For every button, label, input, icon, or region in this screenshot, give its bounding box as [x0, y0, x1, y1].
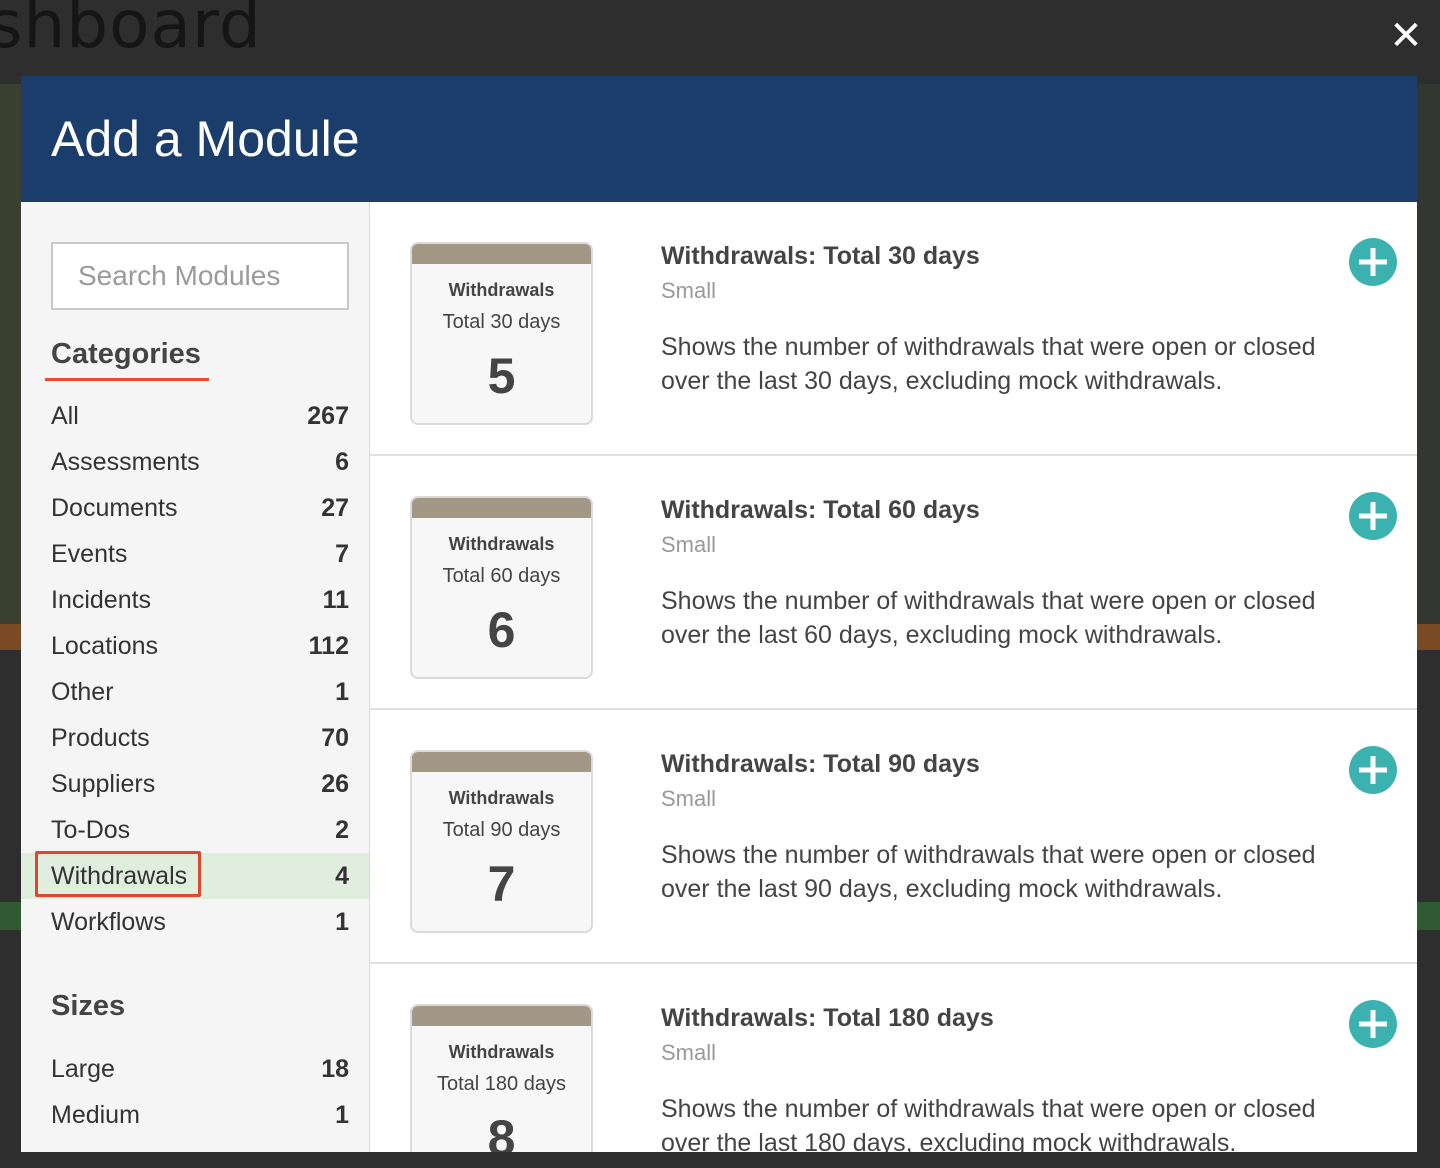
preview-header-bar [412, 1006, 591, 1026]
preview-value: 5 [487, 348, 516, 404]
add-module-button[interactable] [1349, 1000, 1397, 1048]
preview-category: Withdrawals [448, 788, 555, 808]
category-label: Incidents [51, 585, 152, 614]
category-label: All [51, 401, 79, 430]
preview-header-bar [412, 752, 591, 772]
module-description: Shows the number of withdrawals that wer… [661, 587, 1316, 649]
category-item-all[interactable]: All 267 [21, 393, 369, 439]
size-item-large[interactable]: Large 18 [21, 1046, 369, 1092]
category-label: Products [51, 723, 150, 752]
category-item-events[interactable]: Events 7 [21, 531, 369, 577]
add-module-button[interactable] [1349, 238, 1397, 286]
preview-value: 6 [487, 602, 516, 658]
module-preview: Withdrawals Total 180 days 8 [410, 1004, 593, 1152]
category-item-locations[interactable]: Locations 112 [21, 623, 369, 669]
size-label: Medium [51, 1100, 140, 1129]
filter-sidebar: Categories All 267 Assessments 6 Documen… [21, 202, 370, 1152]
categories-heading-underline [45, 378, 209, 381]
category-count: 2 [335, 815, 349, 844]
background-right-green-bar [1417, 902, 1440, 930]
size-count: 18 [321, 1054, 349, 1083]
background-image-strip [0, 84, 21, 624]
modal-title: Add a Module [51, 111, 360, 167]
module-preview: Withdrawals Total 30 days 5 [410, 242, 593, 425]
module-card: Withdrawals Total 90 days 7 Withdrawals:… [370, 710, 1417, 964]
category-label: Locations [51, 631, 159, 660]
selected-category-highlight [35, 851, 201, 897]
background-right-orange-bar [1417, 624, 1440, 650]
category-count: 11 [322, 585, 349, 614]
category-count: 26 [321, 769, 349, 798]
category-count: 4 [335, 861, 349, 890]
module-title: Withdrawals: Total 180 days [661, 1004, 994, 1032]
background-green-bar [0, 902, 21, 930]
category-item-products[interactable]: Products 70 [21, 715, 369, 761]
preview-subtitle: Total 90 days [442, 819, 561, 841]
category-count: 1 [335, 907, 349, 936]
preview-header-bar [412, 498, 591, 518]
preview-subtitle: Total 180 days [437, 1073, 566, 1095]
background-orange-bar [0, 624, 21, 650]
modal-header: Add a Module [21, 76, 1417, 202]
add-module-button[interactable] [1349, 746, 1397, 794]
search-modules-input[interactable] [51, 242, 349, 310]
background-page-title: shboard [0, 0, 262, 63]
close-icon[interactable]: ✕ [1386, 16, 1426, 56]
category-item-suppliers[interactable]: Suppliers 26 [21, 761, 369, 807]
category-item-workflows[interactable]: Workflows 1 [21, 899, 369, 945]
module-preview: Withdrawals Total 60 days 6 [410, 496, 593, 679]
size-count: 1 [335, 1100, 349, 1129]
module-card: Withdrawals Total 60 days 6 Withdrawals:… [370, 456, 1417, 710]
category-item-documents[interactable]: Documents 27 [21, 485, 369, 531]
category-count: 6 [335, 447, 349, 476]
module-size: Small [661, 786, 717, 811]
modal-body: Categories All 267 Assessments 6 Documen… [21, 202, 1417, 1152]
size-label: Large [51, 1054, 115, 1083]
module-card: Withdrawals Total 30 days 5 Withdrawals:… [370, 202, 1417, 456]
module-preview: Withdrawals Total 90 days 7 [410, 750, 593, 933]
module-size: Small [661, 1040, 717, 1065]
category-item-other[interactable]: Other 1 [21, 669, 369, 715]
category-label: To-Dos [51, 815, 131, 844]
preview-category: Withdrawals [448, 534, 555, 554]
preview-category: Withdrawals [448, 280, 555, 300]
sizes-heading: Sizes [51, 990, 126, 1022]
module-list: Withdrawals Total 30 days 5 Withdrawals:… [370, 202, 1417, 1152]
category-label: Events [51, 539, 128, 568]
module-description: Shows the number of withdrawals that wer… [661, 333, 1316, 395]
category-label: Documents [51, 493, 178, 522]
module-description: Shows the number of withdrawals that wer… [661, 841, 1316, 903]
preview-subtitle: Total 60 days [442, 565, 561, 587]
module-card: Withdrawals Total 180 days 8 Withdrawals… [370, 964, 1417, 1152]
add-module-modal: Add a Module Categories All 267 Assessme… [21, 76, 1417, 1152]
module-title: Withdrawals: Total 60 days [661, 496, 980, 524]
preview-subtitle: Total 30 days [442, 311, 561, 333]
category-item-assessments[interactable]: Assessments 6 [21, 439, 369, 485]
preview-category: Withdrawals [448, 1042, 555, 1062]
module-size: Small [661, 532, 717, 557]
size-item-medium[interactable]: Medium 1 [21, 1092, 369, 1138]
preview-header-bar [412, 244, 591, 264]
category-count: 70 [321, 723, 349, 752]
module-size: Small [661, 278, 717, 303]
categories-heading: Categories [51, 338, 201, 370]
module-description: Shows the number of withdrawals that wer… [661, 1095, 1316, 1152]
category-count: 27 [321, 493, 349, 522]
category-count: 267 [307, 401, 349, 430]
module-title: Withdrawals: Total 30 days [661, 242, 980, 270]
preview-value: 7 [487, 856, 516, 912]
background-right-strip [1417, 84, 1440, 624]
category-label: Workflows [51, 907, 166, 936]
category-label: Assessments [51, 447, 200, 476]
category-item-to-dos[interactable]: To-Dos 2 [21, 807, 369, 853]
category-label: Suppliers [51, 769, 156, 798]
category-count: 7 [335, 539, 349, 568]
category-count: 1 [335, 677, 349, 706]
module-title: Withdrawals: Total 90 days [661, 750, 980, 778]
preview-value: 8 [487, 1110, 516, 1152]
category-count: 112 [308, 631, 349, 660]
add-module-button[interactable] [1349, 492, 1397, 540]
category-label: Other [51, 677, 114, 706]
category-item-incidents[interactable]: Incidents 11 [21, 577, 369, 623]
